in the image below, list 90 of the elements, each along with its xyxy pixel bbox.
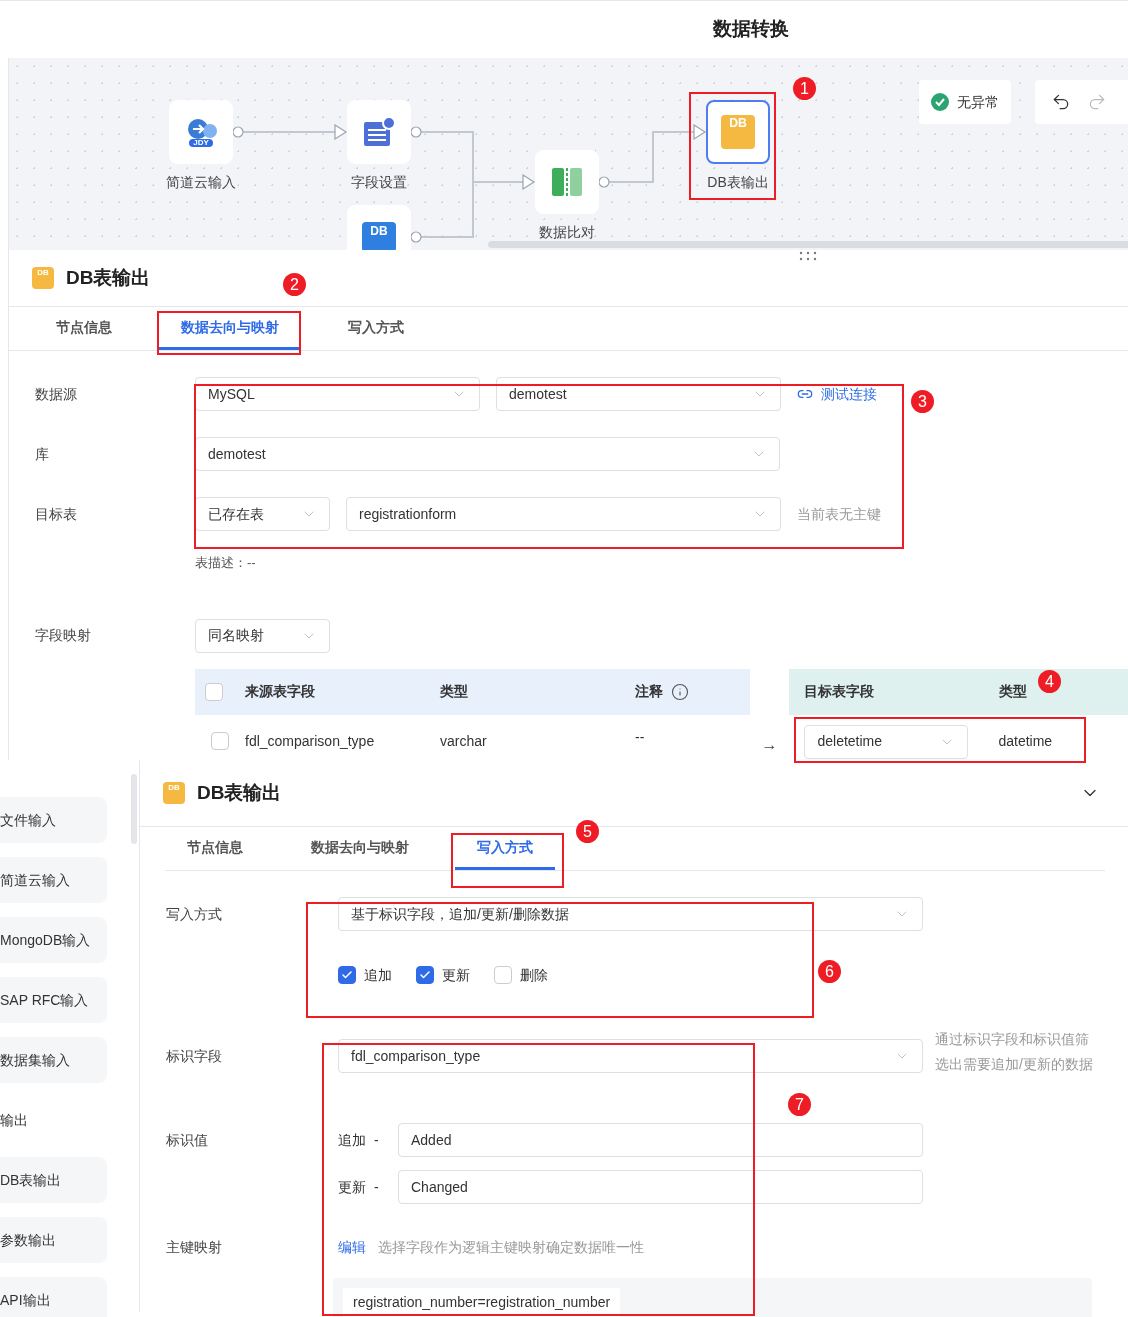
check-circle-icon [931, 93, 949, 111]
step-badge: 7 [788, 1093, 811, 1116]
field-label: 数据源 [35, 384, 78, 404]
sidebar-item[interactable]: 参数输出 [0, 1217, 107, 1263]
undo-icon[interactable] [1051, 92, 1071, 112]
checkbox-option[interactable]: 追加 [338, 964, 392, 986]
tab[interactable]: 节点信息 [9, 307, 159, 350]
node-label: 简道云输入 [166, 173, 236, 192]
field-label: 库 [35, 444, 50, 464]
sidebar-item[interactable]: API输出 [0, 1277, 107, 1317]
checkbox-option[interactable]: 删除 [494, 964, 548, 986]
checkbox[interactable] [211, 732, 229, 750]
sidebar-item[interactable]: 简道云输入 [0, 857, 107, 903]
input-field[interactable]: Changed [398, 1170, 923, 1204]
sidebar-item[interactable]: MongoDB输入 [0, 917, 107, 963]
node-label: 数据比对 [539, 223, 595, 242]
redo-icon[interactable] [1087, 92, 1107, 112]
field-label: 标识值 [166, 1130, 209, 1150]
compare-icon [550, 166, 584, 198]
flow-node[interactable] [535, 150, 599, 214]
select-field[interactable]: deletetime [804, 724, 969, 759]
select-field[interactable]: 已存在表 [195, 497, 330, 531]
scrollbar[interactable] [488, 241, 1128, 248]
field-label: 主键映射 [166, 1237, 223, 1257]
step-badge: 6 [818, 960, 841, 983]
sidebar-group-label: 输出 [0, 1110, 28, 1130]
drag-handle-icon[interactable] [798, 251, 818, 261]
step-badge: 3 [911, 390, 934, 413]
test-connection-link[interactable]: 测试连接 [797, 383, 877, 405]
field-label: 标识字段 [166, 1046, 223, 1066]
sidebar-item[interactable]: 数据集输入 [0, 1037, 107, 1083]
tab[interactable]: 数据去向与映射 [159, 307, 301, 350]
checkbox-option[interactable]: 更新 [416, 964, 470, 986]
dash: - [374, 1130, 380, 1150]
select-field[interactable]: registrationform [346, 497, 781, 531]
flow-node[interactable]: DB [347, 205, 411, 250]
table-cell-text: varchar [440, 731, 488, 751]
table-description: 表描述：-- [195, 554, 257, 572]
flow-node[interactable]: JDY [169, 100, 233, 164]
sidebar-item[interactable]: SAP RFC输入 [0, 977, 107, 1023]
step-badge: 5 [576, 820, 599, 843]
scrollbar[interactable] [131, 774, 137, 844]
table-cell-text: fdl_comparison_type [245, 731, 376, 751]
column-header: 来源表字段 [245, 682, 316, 701]
status-badge: 无异常 [919, 80, 1011, 124]
mapping-arrow: → [761, 734, 778, 755]
table-cell-text: -- [635, 727, 645, 747]
edit-link[interactable]: 编辑 [338, 1236, 366, 1258]
table-settings-icon [362, 116, 396, 148]
check-icon [341, 969, 353, 981]
column-header: 注释 [635, 682, 663, 701]
sidebar-item[interactable]: DB表输出 [0, 1157, 107, 1203]
tab[interactable]: 写入方式 [301, 307, 451, 350]
select-field[interactable]: demotest [496, 377, 781, 411]
field-label: 目标表 [35, 504, 78, 524]
check-icon [419, 969, 431, 981]
value-label: 更新 [338, 1177, 367, 1197]
select-field[interactable]: MySQL [195, 377, 480, 411]
select-field[interactable]: 基于标识字段，追加/更新/删除数据 [338, 897, 923, 931]
panel-title: DB表输出 [66, 265, 151, 290]
hint-text: 选择字段作为逻辑主键映射确定数据唯一性 [378, 1237, 644, 1257]
dash: - [374, 1177, 380, 1197]
mapping-tag: registration_number=registration_number [343, 1288, 621, 1317]
tab[interactable]: 节点信息 [165, 827, 265, 870]
value-label: 追加 [338, 1130, 367, 1150]
hint-text: 当前表无主键 [797, 504, 881, 524]
flow-node[interactable] [347, 100, 411, 164]
tab[interactable]: 数据去向与映射 [265, 827, 455, 870]
table-cell-text: datetime [998, 732, 1053, 751]
select-field[interactable]: demotest [195, 437, 780, 471]
page-title: 数据转换 [713, 17, 789, 42]
input-field[interactable]: Added [398, 1123, 923, 1157]
field-label: 字段映射 [35, 626, 92, 645]
panel-title: DB表输出 [197, 780, 283, 805]
checkbox[interactable] [205, 682, 223, 701]
node-label: DB表输出 [707, 173, 769, 192]
help-text: 通过标识字段和标识值筛选出需要追加/更新的数据 [935, 1030, 1093, 1074]
info-icon[interactable] [671, 682, 689, 701]
column-header: 目标表字段 [804, 682, 876, 701]
field-label: 写入方式 [166, 904, 223, 924]
tab[interactable]: 写入方式 [455, 827, 555, 870]
sidebar-item[interactable]: 文件输入 [0, 797, 107, 843]
select-field[interactable]: fdl_comparison_type [338, 1039, 923, 1073]
database-export-icon: DB [721, 115, 755, 149]
node-label: 字段设置 [351, 173, 407, 192]
select-field[interactable]: 同名映射 [195, 618, 330, 653]
database-icon: DB [362, 222, 396, 250]
column-header: 类型 [440, 682, 469, 701]
step-badge: 2 [283, 273, 306, 296]
column-header: 类型 [999, 682, 1028, 701]
